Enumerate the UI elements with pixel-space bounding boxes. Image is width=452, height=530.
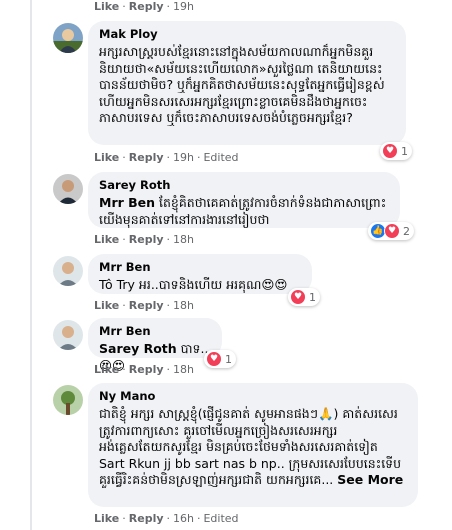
timestamp[interactable]: 18h [173,363,194,376]
comment-text: Tô Try អរ..បាទនិងហើយ អរគុណ😍😍 [99,277,288,292]
comment-meta: Like · Reply · 16h · Edited [94,512,239,525]
comment-meta: Like · Reply · 18h [94,233,194,246]
comment-author[interactable]: Ny Mano [99,389,407,404]
mention-link[interactable]: Sarey Roth [99,341,177,356]
timestamp[interactable]: 18h [173,299,194,312]
reply-link[interactable]: Reply [129,512,164,525]
see-more-link[interactable]: See More [337,472,403,487]
comment-bubble: Ny Mano ជាតិខ្ញុំ អក្សរ សាស្ត្រខ្ញុំ(ផ្ញ… [88,383,418,507]
avatar[interactable] [53,174,83,204]
heart-icon: ♥ [206,351,222,367]
timestamp[interactable]: 18h [173,233,194,246]
reaction-badge[interactable]: ♥ 1 [380,142,412,160]
comment-bubble: Mrr Ben Sarey Roth បាទ..😍😍 [88,318,222,373]
like-link[interactable]: Like [94,512,119,525]
reply-link[interactable]: Reply [129,363,164,376]
comment-text: Mrr Ben តែខ្ញុំគិតថាគេគាត់ត្រូវការចំនាក់… [99,195,387,227]
comment-bubble: Mak Ploy អក្សរសាស្ត្ររបស់ខ្មែរនោះនៅក្នុង… [88,21,406,145]
like-link[interactable]: Like [94,299,119,312]
heart-icon: ♥ [384,223,400,239]
avatar[interactable] [53,385,83,415]
reaction-badge[interactable]: 👍 ♥ 2 [368,222,414,240]
reply-link[interactable]: Reply [129,299,164,312]
reaction-badge[interactable]: ♥ 1 [204,350,236,368]
comment-author[interactable]: Mak Ploy [99,27,395,42]
reply-link[interactable]: Reply [129,0,164,13]
avatar[interactable] [53,256,83,286]
edited-label[interactable]: Edited [203,512,238,525]
comment-text: អក្សរសាស្ត្ររបស់ខ្មែរនោះនៅក្នុងសម័យកាលណា… [99,44,385,126]
heart-icon: ♥ [290,289,306,305]
comment-meta: Like · Reply · 19h · Edited [94,151,239,164]
comment-meta: Like · Reply · 19h [94,0,194,13]
comment-meta: Like · Reply · 18h [94,299,194,312]
reaction-badge[interactable]: ♥ 1 [288,288,320,306]
comment-text: ជាតិខ្ញុំ អក្សរ សាស្ត្រខ្ញុំ(ផ្ញើជូនគាត់… [99,406,404,488]
edited-label[interactable]: Edited [203,151,238,164]
mention-link[interactable]: Mrr Ben [99,195,155,210]
reply-link[interactable]: Reply [129,233,164,246]
comment-author[interactable]: Mrr Ben [99,324,211,339]
like-link[interactable]: Like [94,363,119,376]
avatar[interactable] [53,320,83,350]
comment-bubble: Sarey Roth Mrr Ben តែខ្ញុំគិតថាគេគាត់ត្រ… [88,172,400,228]
avatar[interactable] [53,23,83,53]
comment-meta: Like · Reply · 18h [94,363,194,376]
heart-icon: ♥ [382,143,398,159]
thread-line [30,0,32,530]
comment-bubble: Mrr Ben Tô Try អរ..បាទនិងហើយ អរគុណ😍😍 [88,254,312,294]
timestamp[interactable]: 19h [173,0,194,13]
timestamp[interactable]: 19h [173,151,194,164]
like-link[interactable]: Like [94,151,119,164]
like-link[interactable]: Like [94,0,119,13]
comment-author[interactable]: Mrr Ben [99,260,301,275]
like-link[interactable]: Like [94,233,119,246]
timestamp[interactable]: 16h [173,512,194,525]
comment-author[interactable]: Sarey Roth [99,178,389,193]
reply-link[interactable]: Reply [129,151,164,164]
